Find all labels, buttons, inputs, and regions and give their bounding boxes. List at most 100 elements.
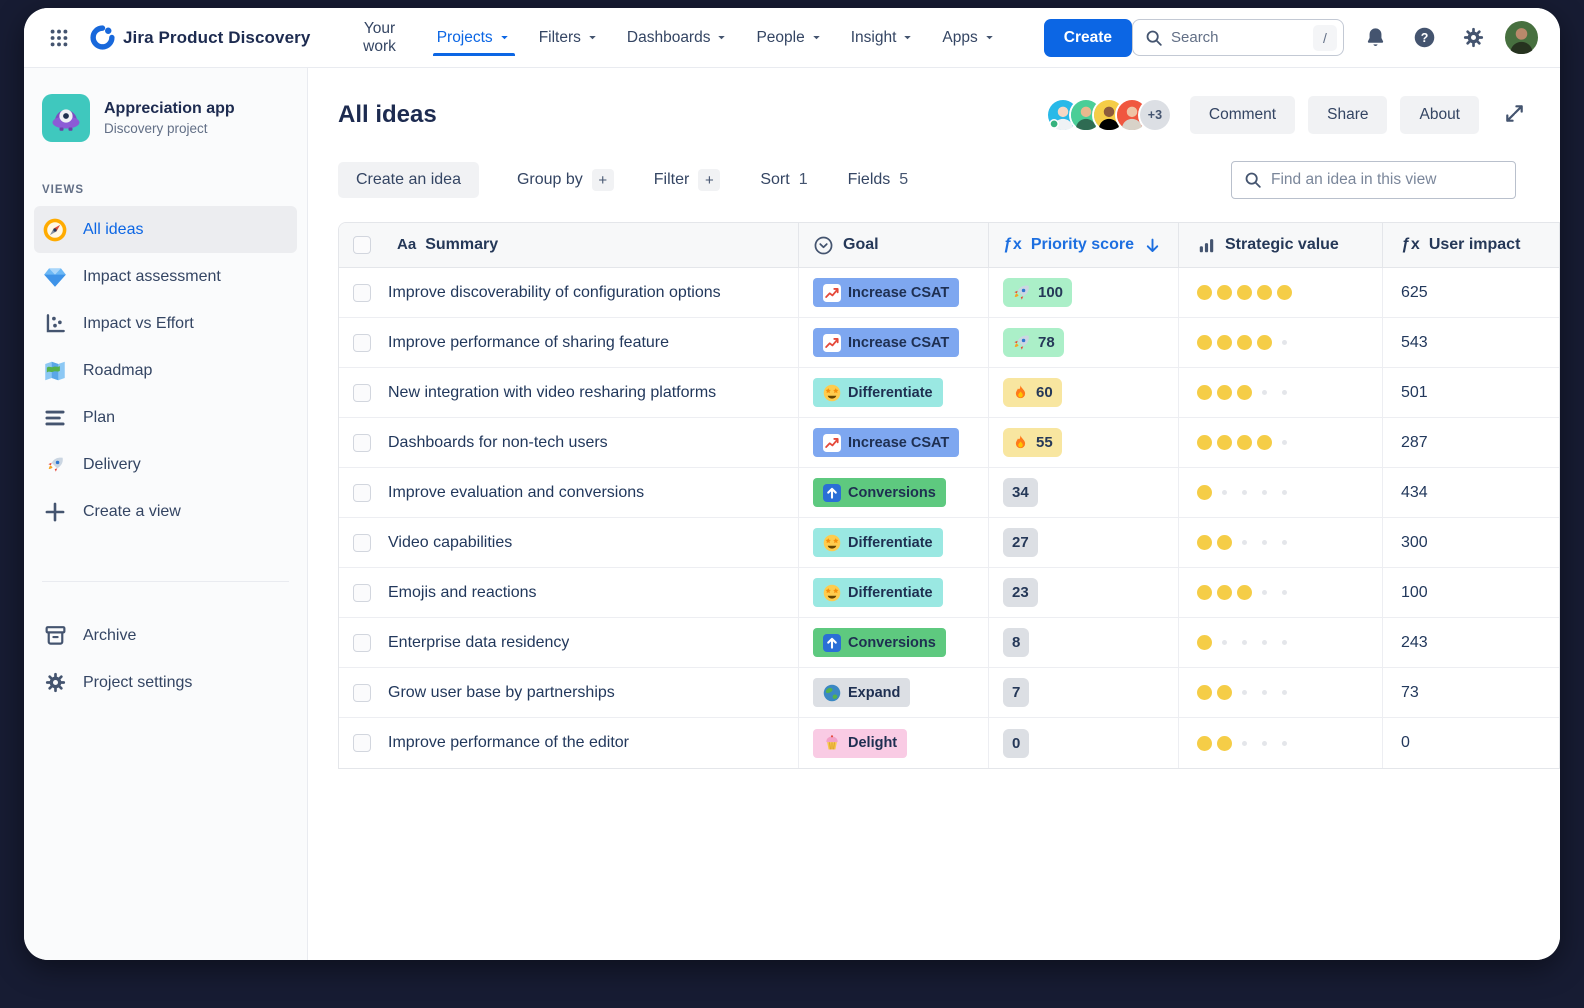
priority-score-cell[interactable]: 55 xyxy=(989,418,1179,467)
global-search[interactable]: / xyxy=(1132,19,1344,56)
row-checkbox[interactable] xyxy=(353,584,371,602)
about-button[interactable]: About xyxy=(1400,96,1479,134)
table-row[interactable]: New integration with video resharing pla… xyxy=(339,368,1559,418)
user-impact-cell[interactable]: 0 xyxy=(1383,718,1560,768)
strategic-value-cell[interactable] xyxy=(1179,568,1383,617)
sidebar-item-impact-vs-effort[interactable]: Impact vs Effort xyxy=(34,300,297,347)
summary-cell[interactable]: Dashboards for non-tech users xyxy=(339,418,799,467)
notifications-button[interactable] xyxy=(1358,20,1393,55)
summary-cell[interactable]: Improve performance of the editor xyxy=(339,718,799,768)
priority-score-cell[interactable]: 78 xyxy=(989,318,1179,367)
row-checkbox[interactable] xyxy=(353,734,371,752)
table-row[interactable]: Improve performance of sharing featureIn… xyxy=(339,318,1559,368)
goal-cell[interactable]: Differentiate xyxy=(799,518,989,567)
find-idea-input[interactable] xyxy=(1271,171,1503,189)
goal-cell[interactable]: Increase CSAT xyxy=(799,268,989,317)
row-checkbox[interactable] xyxy=(353,384,371,402)
user-impact-cell[interactable]: 625 xyxy=(1383,268,1560,317)
goal-cell[interactable]: Expand xyxy=(799,668,989,717)
app-switcher-button[interactable] xyxy=(42,21,76,55)
row-checkbox[interactable] xyxy=(353,334,371,352)
row-checkbox[interactable] xyxy=(353,284,371,302)
sidebar-item-create-a-view[interactable]: Create a view xyxy=(34,488,297,535)
priority-score-cell[interactable]: 23 xyxy=(989,568,1179,617)
nav-item-people[interactable]: People xyxy=(744,20,834,56)
brand[interactable]: Jira Product Discovery xyxy=(90,25,310,50)
find-idea-search[interactable] xyxy=(1231,161,1516,199)
row-checkbox[interactable] xyxy=(353,484,371,502)
fields-button[interactable]: Fields 5 xyxy=(834,162,923,198)
group-by-button[interactable]: Group by + xyxy=(503,160,628,200)
table-row[interactable]: Improve discoverability of configuration… xyxy=(339,268,1559,318)
strategic-value-cell[interactable] xyxy=(1179,268,1383,317)
user-impact-cell[interactable]: 543 xyxy=(1383,318,1560,367)
summary-cell[interactable]: Improve performance of sharing feature xyxy=(339,318,799,367)
priority-score-cell[interactable]: 27 xyxy=(989,518,1179,567)
user-impact-cell[interactable]: 100 xyxy=(1383,568,1560,617)
row-checkbox[interactable] xyxy=(353,684,371,702)
sidebar-item-archive[interactable]: Archive xyxy=(34,612,297,659)
nav-item-filters[interactable]: Filters xyxy=(527,20,611,56)
summary-cell[interactable]: Emojis and reactions xyxy=(339,568,799,617)
table-row[interactable]: Grow user base by partnershipsExpand7 73 xyxy=(339,668,1559,718)
priority-score-cell[interactable]: 34 xyxy=(989,468,1179,517)
priority-score-cell[interactable]: 7 xyxy=(989,668,1179,717)
user-avatar[interactable] xyxy=(1505,21,1538,54)
sidebar-item-project-settings[interactable]: Project settings xyxy=(34,659,297,706)
sidebar-item-roadmap[interactable]: Roadmap xyxy=(34,347,297,394)
sort-button[interactable]: Sort 1 xyxy=(746,162,821,198)
table-row[interactable]: Video capabilitiesDifferentiate27 300 xyxy=(339,518,1559,568)
summary-cell[interactable]: Improve discoverability of configuration… xyxy=(339,268,799,317)
goal-cell[interactable]: Increase CSAT xyxy=(799,318,989,367)
settings-button[interactable] xyxy=(1456,20,1491,55)
project-header[interactable]: Appreciation app Discovery project xyxy=(24,94,307,142)
global-search-input[interactable] xyxy=(1171,29,1305,46)
goal-cell[interactable]: Conversions xyxy=(799,468,989,517)
row-checkbox[interactable] xyxy=(353,534,371,552)
summary-cell[interactable]: New integration with video resharing pla… xyxy=(339,368,799,417)
presence-avatars[interactable]: +3 xyxy=(1048,100,1170,130)
column-header-summary[interactable]: AaSummary xyxy=(339,223,799,267)
user-impact-cell[interactable]: 501 xyxy=(1383,368,1560,417)
priority-score-cell[interactable]: 100 xyxy=(989,268,1179,317)
goal-cell[interactable]: Differentiate xyxy=(799,568,989,617)
filter-button[interactable]: Filter + xyxy=(640,160,735,200)
summary-cell[interactable]: Improve evaluation and conversions xyxy=(339,468,799,517)
user-impact-cell[interactable]: 73 xyxy=(1383,668,1560,717)
help-button[interactable]: ? xyxy=(1407,20,1442,55)
goal-cell[interactable]: Increase CSAT xyxy=(799,418,989,467)
table-row[interactable]: Emojis and reactionsDifferentiate23 100 xyxy=(339,568,1559,618)
row-checkbox[interactable] xyxy=(353,634,371,652)
user-impact-cell[interactable]: 300 xyxy=(1383,518,1560,567)
column-header-priority-score[interactable]: ƒxPriority score xyxy=(989,223,1179,267)
user-impact-cell[interactable]: 287 xyxy=(1383,418,1560,467)
nav-item-projects[interactable]: Projects xyxy=(425,20,523,56)
nav-item-your-work[interactable]: Your work xyxy=(338,20,420,56)
column-header-goal[interactable]: Goal xyxy=(799,223,989,267)
summary-cell[interactable]: Enterprise data residency xyxy=(339,618,799,667)
sidebar-item-delivery[interactable]: Delivery xyxy=(34,441,297,488)
select-all-checkbox[interactable] xyxy=(353,236,371,254)
goal-cell[interactable]: Differentiate xyxy=(799,368,989,417)
strategic-value-cell[interactable] xyxy=(1179,418,1383,467)
table-row[interactable]: Improve evaluation and conversionsConver… xyxy=(339,468,1559,518)
table-row[interactable]: Enterprise data residencyConversions8243 xyxy=(339,618,1559,668)
table-row[interactable]: Dashboards for non-tech usersIncrease CS… xyxy=(339,418,1559,468)
nav-item-dashboards[interactable]: Dashboards xyxy=(615,20,741,56)
priority-score-cell[interactable]: 60 xyxy=(989,368,1179,417)
strategic-value-cell[interactable] xyxy=(1179,368,1383,417)
strategic-value-cell[interactable] xyxy=(1179,618,1383,667)
summary-cell[interactable]: Grow user base by partnerships xyxy=(339,668,799,717)
row-checkbox[interactable] xyxy=(353,434,371,452)
summary-cell[interactable]: Video capabilities xyxy=(339,518,799,567)
strategic-value-cell[interactable] xyxy=(1179,518,1383,567)
column-header-user-impact[interactable]: ƒxUser impact xyxy=(1383,223,1560,267)
strategic-value-cell[interactable] xyxy=(1179,718,1383,768)
sidebar-item-plan[interactable]: Plan xyxy=(34,394,297,441)
fullscreen-button[interactable] xyxy=(1497,96,1532,134)
nav-item-apps[interactable]: Apps xyxy=(930,20,1007,56)
goal-cell[interactable]: Conversions xyxy=(799,618,989,667)
user-impact-cell[interactable]: 243 xyxy=(1383,618,1560,667)
strategic-value-cell[interactable] xyxy=(1179,318,1383,367)
strategic-value-cell[interactable] xyxy=(1179,668,1383,717)
